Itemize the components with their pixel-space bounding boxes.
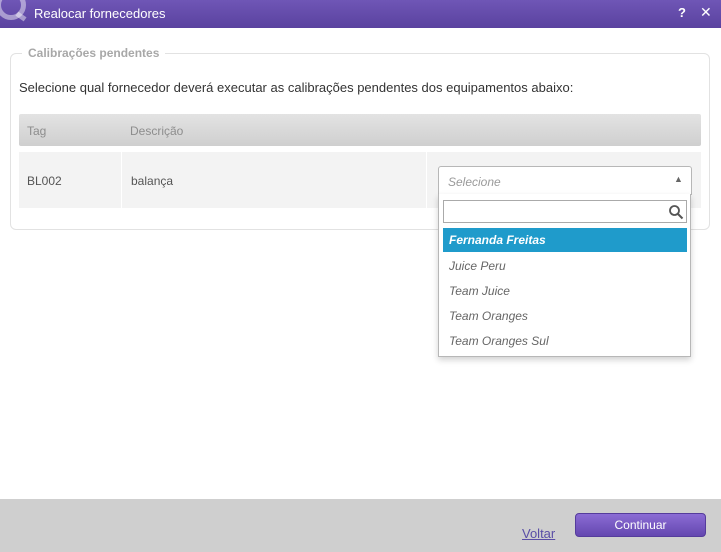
- cell-tag-value: BL002: [27, 174, 62, 188]
- supplier-search-input[interactable]: [444, 201, 664, 222]
- column-header-description: Descrição: [130, 124, 184, 138]
- continue-button[interactable]: Continuar: [575, 513, 706, 537]
- option-fernanda-freitas[interactable]: Fernanda Freitas: [443, 228, 687, 252]
- instruction-text: Selecione qual fornecedor deverá executa…: [19, 80, 574, 95]
- window-titlebar: Realocar fornecedores ? ✕: [0, 0, 721, 28]
- option-team-juice[interactable]: Team Juice: [443, 279, 687, 303]
- fieldset-legend: Calibrações pendentes: [22, 46, 166, 60]
- help-button[interactable]: ?: [678, 5, 686, 20]
- option-juice-peru[interactable]: Juice Peru: [443, 254, 687, 278]
- window-title: Realocar fornecedores: [34, 6, 166, 21]
- column-header-tag: Tag: [27, 124, 47, 138]
- back-link[interactable]: Voltar: [522, 526, 555, 541]
- cell-tag: BL002: [19, 152, 122, 208]
- supplier-select-placeholder: Selecione: [448, 175, 501, 189]
- app-logo-tail: [15, 11, 27, 22]
- cell-description: balança: [123, 152, 427, 208]
- table-header: Tag Descrição: [19, 114, 701, 146]
- supplier-search-box: [443, 200, 687, 223]
- close-button[interactable]: ✕: [700, 4, 712, 21]
- option-team-oranges-sul[interactable]: Team Oranges Sul: [443, 329, 687, 353]
- supplier-dropdown: Fernanda Freitas Juice Peru Team Juice T…: [438, 194, 691, 357]
- cell-description-value: balança: [131, 174, 174, 188]
- chevron-up-icon: ▲: [674, 174, 683, 184]
- supplier-select[interactable]: Selecione ▲: [438, 166, 692, 195]
- option-team-oranges[interactable]: Team Oranges: [443, 304, 687, 328]
- search-icon: [669, 205, 684, 220]
